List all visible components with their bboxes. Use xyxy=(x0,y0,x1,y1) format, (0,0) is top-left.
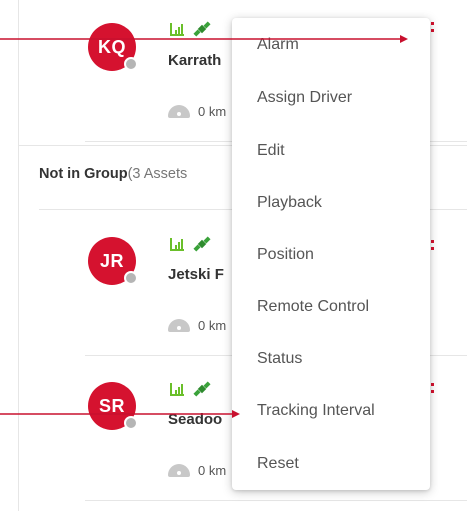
asset-context-menu: Alarm Assign Driver Edit Playback Positi… xyxy=(232,18,430,490)
avatar: KQ xyxy=(88,23,138,71)
avatar-initials: SR xyxy=(98,395,125,416)
speedometer-icon xyxy=(168,464,190,477)
speedometer-icon xyxy=(168,319,190,332)
asset-name: Jetski F xyxy=(168,266,224,283)
asset-name: Seadoo xyxy=(168,411,223,428)
signal-bars-icon xyxy=(170,238,184,251)
menu-item-status[interactable]: Status xyxy=(257,350,302,368)
asset-name: Karrath xyxy=(168,52,222,69)
group-asset-count: (3 Assets xyxy=(127,166,188,182)
asset-speed: 0 km xyxy=(168,318,226,333)
divider xyxy=(85,500,467,501)
menu-item-alarm[interactable]: Alarm xyxy=(257,36,299,54)
asset-speed: 0 km xyxy=(168,463,226,478)
group-header[interactable]: Not in Group(3 Assets xyxy=(39,166,187,182)
menu-item-assign-driver[interactable]: Assign Driver xyxy=(257,89,352,107)
avatar-initials: JR xyxy=(99,250,124,271)
group-name: Not in Group xyxy=(39,166,128,182)
status-dot xyxy=(124,57,138,71)
more-menu-icon[interactable] xyxy=(431,240,434,250)
more-menu-icon[interactable] xyxy=(431,22,434,32)
menu-item-reset[interactable]: Reset xyxy=(257,455,299,473)
menu-item-position[interactable]: Position xyxy=(257,246,314,264)
asset-status-icons xyxy=(169,20,213,38)
speed-value: 0 km xyxy=(198,463,227,478)
speed-value: 0 km xyxy=(198,318,227,333)
avatar: JR xyxy=(88,237,138,285)
signal-bars-icon xyxy=(170,383,184,396)
satellite-icon xyxy=(193,21,211,37)
satellite-icon xyxy=(193,236,211,252)
asset-speed: 0 km xyxy=(168,104,226,119)
asset-status-icons xyxy=(169,235,213,253)
menu-item-remote-control[interactable]: Remote Control xyxy=(257,298,369,316)
menu-item-tracking-interval[interactable]: Tracking Interval xyxy=(257,402,375,420)
status-dot xyxy=(124,271,138,285)
asset-status-icons xyxy=(169,380,213,398)
menu-item-edit[interactable]: Edit xyxy=(257,142,285,160)
menu-item-playback[interactable]: Playback xyxy=(257,194,322,212)
status-dot xyxy=(124,416,138,430)
speed-value: 0 km xyxy=(198,104,227,119)
satellite-icon xyxy=(193,381,211,397)
more-menu-icon[interactable] xyxy=(431,383,434,393)
avatar-initials: KQ xyxy=(98,36,126,57)
avatar: SR xyxy=(88,382,138,430)
signal-bars-icon xyxy=(170,23,184,36)
speedometer-icon xyxy=(168,105,190,118)
